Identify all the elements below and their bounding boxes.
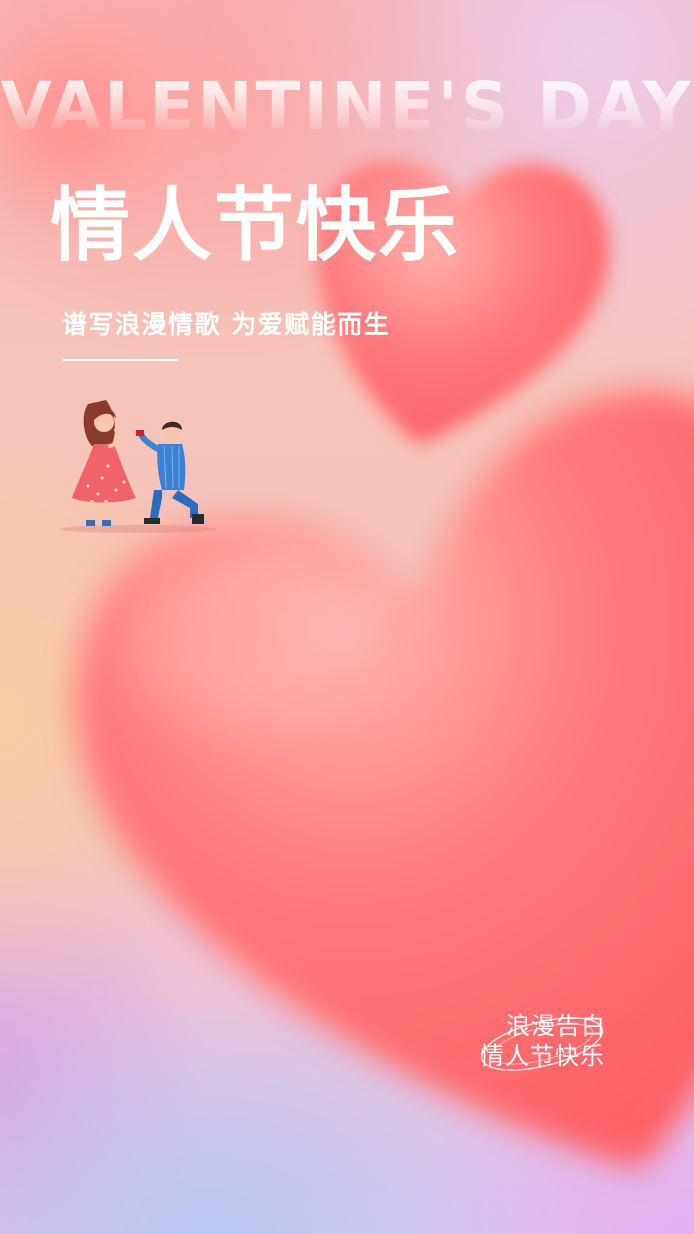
heart-highlight (120, 550, 360, 730)
corner-badge: 浪漫告白 情人节快乐 (460, 1004, 640, 1084)
divider (62, 359, 178, 361)
badge-text-line1: 浪漫告白 (506, 1012, 606, 1040)
badge-text-line2: 情人节快乐 (480, 1042, 605, 1070)
background-heading: VALENTINE'S DAY (0, 68, 694, 145)
subtitle: 谱写浪漫情歌 为爱赋能而生 (62, 310, 391, 339)
page-title: 情人节快乐 (50, 179, 460, 272)
proposing-couple-illustration (60, 400, 216, 533)
valentine-poster: VALENTINE'S DAY 情人节快乐 谱写浪漫情歌 为爱赋能而生 浪漫告白… (0, 0, 694, 1234)
